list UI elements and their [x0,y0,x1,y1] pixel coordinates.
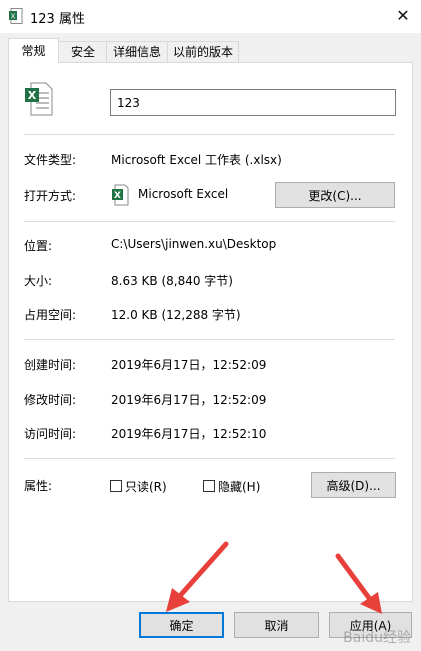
close-icon[interactable]: ✕ [391,4,415,28]
readonly-label[interactable]: 只读(R) [125,478,167,495]
tab-details[interactable]: 详细信息 [106,41,168,62]
general-panel [8,62,413,602]
modified-label: 修改时间: [24,393,77,407]
excel-file-icon: X [9,8,23,24]
size-label: 大小: [24,274,53,288]
svg-text:X: X [11,13,16,21]
hidden-label[interactable]: 隐藏(H) [218,478,260,495]
divider [24,339,395,340]
excel-file-icon: X [25,82,53,116]
divider [24,134,395,135]
tab-previous-versions[interactable]: 以前的版本 [167,41,239,62]
created-label: 创建时间: [24,358,77,372]
divider [24,458,395,459]
tab-security[interactable]: 安全 [58,41,108,62]
size-on-disk-label: 占用空间: [24,308,77,322]
advanced-button[interactable]: 高级(D)... [311,472,396,498]
tab-general[interactable]: 常规 [8,38,59,63]
svg-text:X: X [28,89,37,102]
file-type-label: 文件类型: [24,153,77,167]
accessed-value: 2019年6月17日，12:52:10 [111,427,267,441]
ok-button[interactable]: 确定 [139,612,224,638]
file-name-input[interactable] [110,89,396,116]
accessed-label: 访问时间: [24,427,77,441]
readonly-checkbox[interactable] [110,480,122,492]
created-value: 2019年6月17日，12:52:09 [111,358,267,372]
location-label: 位置: [24,239,53,253]
hidden-checkbox[interactable] [203,480,215,492]
attributes-label: 属性: [24,479,53,493]
change-button[interactable]: 更改(C)... [275,182,395,208]
opens-with-label: 打开方式: [24,189,77,203]
opens-with-value: Microsoft Excel [138,187,229,201]
window-title: 123 属性 [30,12,85,27]
cancel-button[interactable]: 取消 [234,612,319,638]
file-type-value: Microsoft Excel 工作表 (.xlsx) [111,153,282,167]
watermark: Baidu经验 [343,630,411,646]
size-value: 8.63 KB (8,840 字节) [111,274,233,288]
excel-app-icon: X [112,184,129,206]
size-on-disk-value: 12.0 KB (12,288 字节) [111,308,241,322]
location-value: C:\Users\jinwen.xu\Desktop [111,237,277,251]
svg-text:X: X [114,191,121,201]
modified-value: 2019年6月17日，12:52:09 [111,393,267,407]
divider [24,221,395,222]
